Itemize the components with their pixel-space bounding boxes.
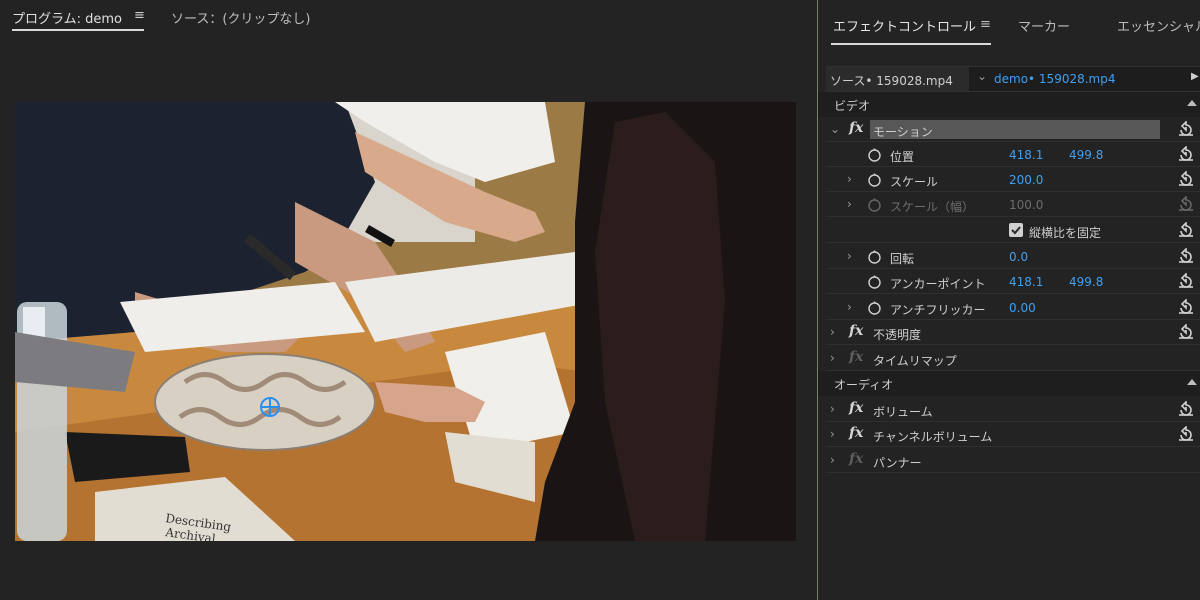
effect-volume-label: ボリューム	[873, 405, 933, 419]
stopwatch-icon[interactable]	[867, 249, 882, 264]
effect-controls-panel: エフェクトコントロール ≡ マーカー エッセンシャル ソース• 159028.m…	[817, 0, 1200, 600]
active-tab-underline	[831, 43, 991, 45]
reset-icon	[1179, 196, 1193, 211]
anchor-y-value[interactable]: 499.8	[1069, 275, 1103, 289]
reset-icon[interactable]	[1177, 248, 1195, 264]
effect-motion-label: モーション	[873, 125, 933, 139]
chevron-right-icon[interactable]: ›	[830, 453, 835, 467]
reset-icon[interactable]	[1177, 171, 1195, 187]
reset-icon[interactable]	[1177, 146, 1195, 162]
param-anchor-label: アンカーポイント	[890, 277, 986, 291]
effect-volume[interactable]: › fx ボリューム	[818, 397, 1200, 422]
chevron-right-icon[interactable]: ›	[847, 172, 852, 186]
effect-panner-label: パンナー	[873, 456, 922, 470]
tab-essential-sound[interactable]: エッセンシャル	[1117, 16, 1200, 35]
param-rotation-label: 回転	[890, 252, 915, 266]
reset-icon[interactable]	[1177, 299, 1195, 315]
section-audio-label: オーディオ	[834, 378, 894, 392]
effect-panner[interactable]: › fx パンナー	[818, 448, 1200, 473]
video-frame-image: Describing Archival	[15, 102, 796, 541]
source-clip-label: ソース• 159028.mp4	[830, 74, 953, 88]
param-rotation[interactable]: › 回転 0.0	[818, 244, 1200, 269]
stopwatch-icon[interactable]	[867, 274, 882, 289]
param-position[interactable]: 位置 418.1 499.8	[818, 142, 1200, 167]
param-uniform-scale[interactable]: 縦横比を固定	[818, 218, 1200, 243]
param-position-label: 位置	[890, 150, 915, 164]
position-y-value[interactable]: 499.8	[1069, 148, 1103, 162]
uniform-scale-label: 縦横比を固定	[1029, 226, 1102, 240]
anti-flicker-value[interactable]: 0.00	[1009, 301, 1036, 315]
uniform-scale-checkbox[interactable]	[1009, 223, 1023, 237]
section-audio[interactable]: オーディオ	[818, 371, 1200, 396]
position-x-value[interactable]: 418.1	[1009, 148, 1043, 162]
anchor-point-target-icon[interactable]	[260, 397, 280, 417]
reset-icon[interactable]	[1177, 426, 1195, 442]
param-scale-width-label: スケール（幅）	[890, 200, 975, 214]
chevron-right-icon[interactable]: ›	[830, 427, 835, 441]
program-video-frame[interactable]: Describing Archival	[15, 102, 796, 541]
scale-width-value: 100.0	[1009, 198, 1044, 212]
tab-program[interactable]: プログラム: demo	[12, 8, 122, 27]
checkmark-icon	[1011, 226, 1021, 235]
param-scale-label: スケール	[890, 175, 939, 189]
fx-badge-icon: fx	[849, 451, 864, 467]
program-monitor-panel: プログラム: demo ≡ ソース：(クリップなし) Describing Ar…	[0, 0, 812, 600]
param-anti-flicker[interactable]: › アンチフリッカー 0.00	[818, 295, 1200, 320]
effect-opacity[interactable]: › fx 不透明度	[818, 320, 1200, 345]
active-tab-underline	[12, 29, 144, 31]
play-triangle-icon[interactable]: ▶	[1191, 71, 1199, 82]
chevron-down-icon[interactable]: ⌄	[977, 69, 987, 83]
chevron-right-icon[interactable]: ›	[830, 351, 835, 365]
stopwatch-icon[interactable]	[867, 300, 882, 315]
sequence-clip-label[interactable]: demo• 159028.mp4	[994, 72, 1116, 86]
reset-icon[interactable]	[1177, 121, 1195, 137]
fx-badge-icon[interactable]: fx	[849, 323, 863, 339]
chevron-right-icon[interactable]: ›	[847, 249, 852, 263]
param-scale-width: › スケール（幅） 100.0	[818, 192, 1200, 217]
section-video[interactable]: ビデオ	[818, 92, 1200, 117]
tab-source[interactable]: ソース：(クリップなし)	[171, 8, 311, 27]
chevron-right-icon[interactable]: ›	[847, 197, 852, 211]
chevron-right-icon[interactable]: ›	[847, 300, 852, 314]
source-sequence-bar: ソース• 159028.mp4 ⌄ demo• 159028.mp4 ▶	[826, 66, 1200, 92]
scale-value[interactable]: 200.0	[1009, 173, 1043, 187]
collapse-section-icon[interactable]	[1187, 379, 1197, 385]
collapse-section-icon[interactable]	[1187, 100, 1197, 106]
anchor-x-value[interactable]: 418.1	[1009, 275, 1043, 289]
chevron-right-icon[interactable]: ›	[830, 325, 835, 339]
reset-icon[interactable]	[1177, 273, 1195, 289]
effect-motion[interactable]: ⌄ fx モーション	[818, 117, 1200, 142]
reset-icon[interactable]	[1177, 324, 1195, 340]
hamburger-menu-icon[interactable]: ≡	[134, 8, 145, 23]
effect-time-remap-label: タイムリマップ	[873, 354, 957, 368]
tab-markers[interactable]: マーカー	[1018, 16, 1070, 35]
hamburger-menu-icon[interactable]: ≡	[980, 17, 991, 32]
fx-badge-icon[interactable]: fx	[849, 425, 863, 441]
fx-badge-icon: fx	[849, 349, 864, 365]
param-anchor-point[interactable]: アンカーポイント 418.1 499.8	[818, 269, 1200, 294]
rotation-value[interactable]: 0.0	[1009, 250, 1028, 264]
reset-icon[interactable]	[1177, 401, 1195, 417]
fx-badge-icon[interactable]: fx	[849, 400, 863, 416]
param-anti-flicker-label: アンチフリッカー	[890, 303, 986, 317]
fx-badge-icon[interactable]: fx	[849, 120, 863, 136]
section-video-label: ビデオ	[834, 99, 871, 113]
effect-opacity-label: 不透明度	[873, 328, 922, 342]
stopwatch-icon	[868, 198, 881, 212]
program-tab-bar: プログラム: demo ≡ ソース：(クリップなし)	[0, 0, 812, 34]
stopwatch-icon[interactable]	[867, 172, 882, 187]
effect-channel-volume-label: チャンネルボリューム	[873, 430, 993, 444]
chevron-right-icon[interactable]: ›	[830, 402, 835, 416]
chevron-down-icon[interactable]: ⌄	[830, 122, 840, 136]
reset-icon[interactable]	[1177, 222, 1195, 238]
stopwatch-icon[interactable]	[867, 147, 882, 162]
source-clip-selector[interactable]: ソース• 159028.mp4	[826, 67, 969, 91]
tab-effect-controls[interactable]: エフェクトコントロール	[833, 16, 976, 35]
param-scale[interactable]: › スケール 200.0	[818, 167, 1200, 192]
effect-time-remap[interactable]: › fx タイムリマップ	[818, 346, 1200, 371]
effect-channel-volume[interactable]: › fx チャンネルボリューム	[818, 422, 1200, 447]
